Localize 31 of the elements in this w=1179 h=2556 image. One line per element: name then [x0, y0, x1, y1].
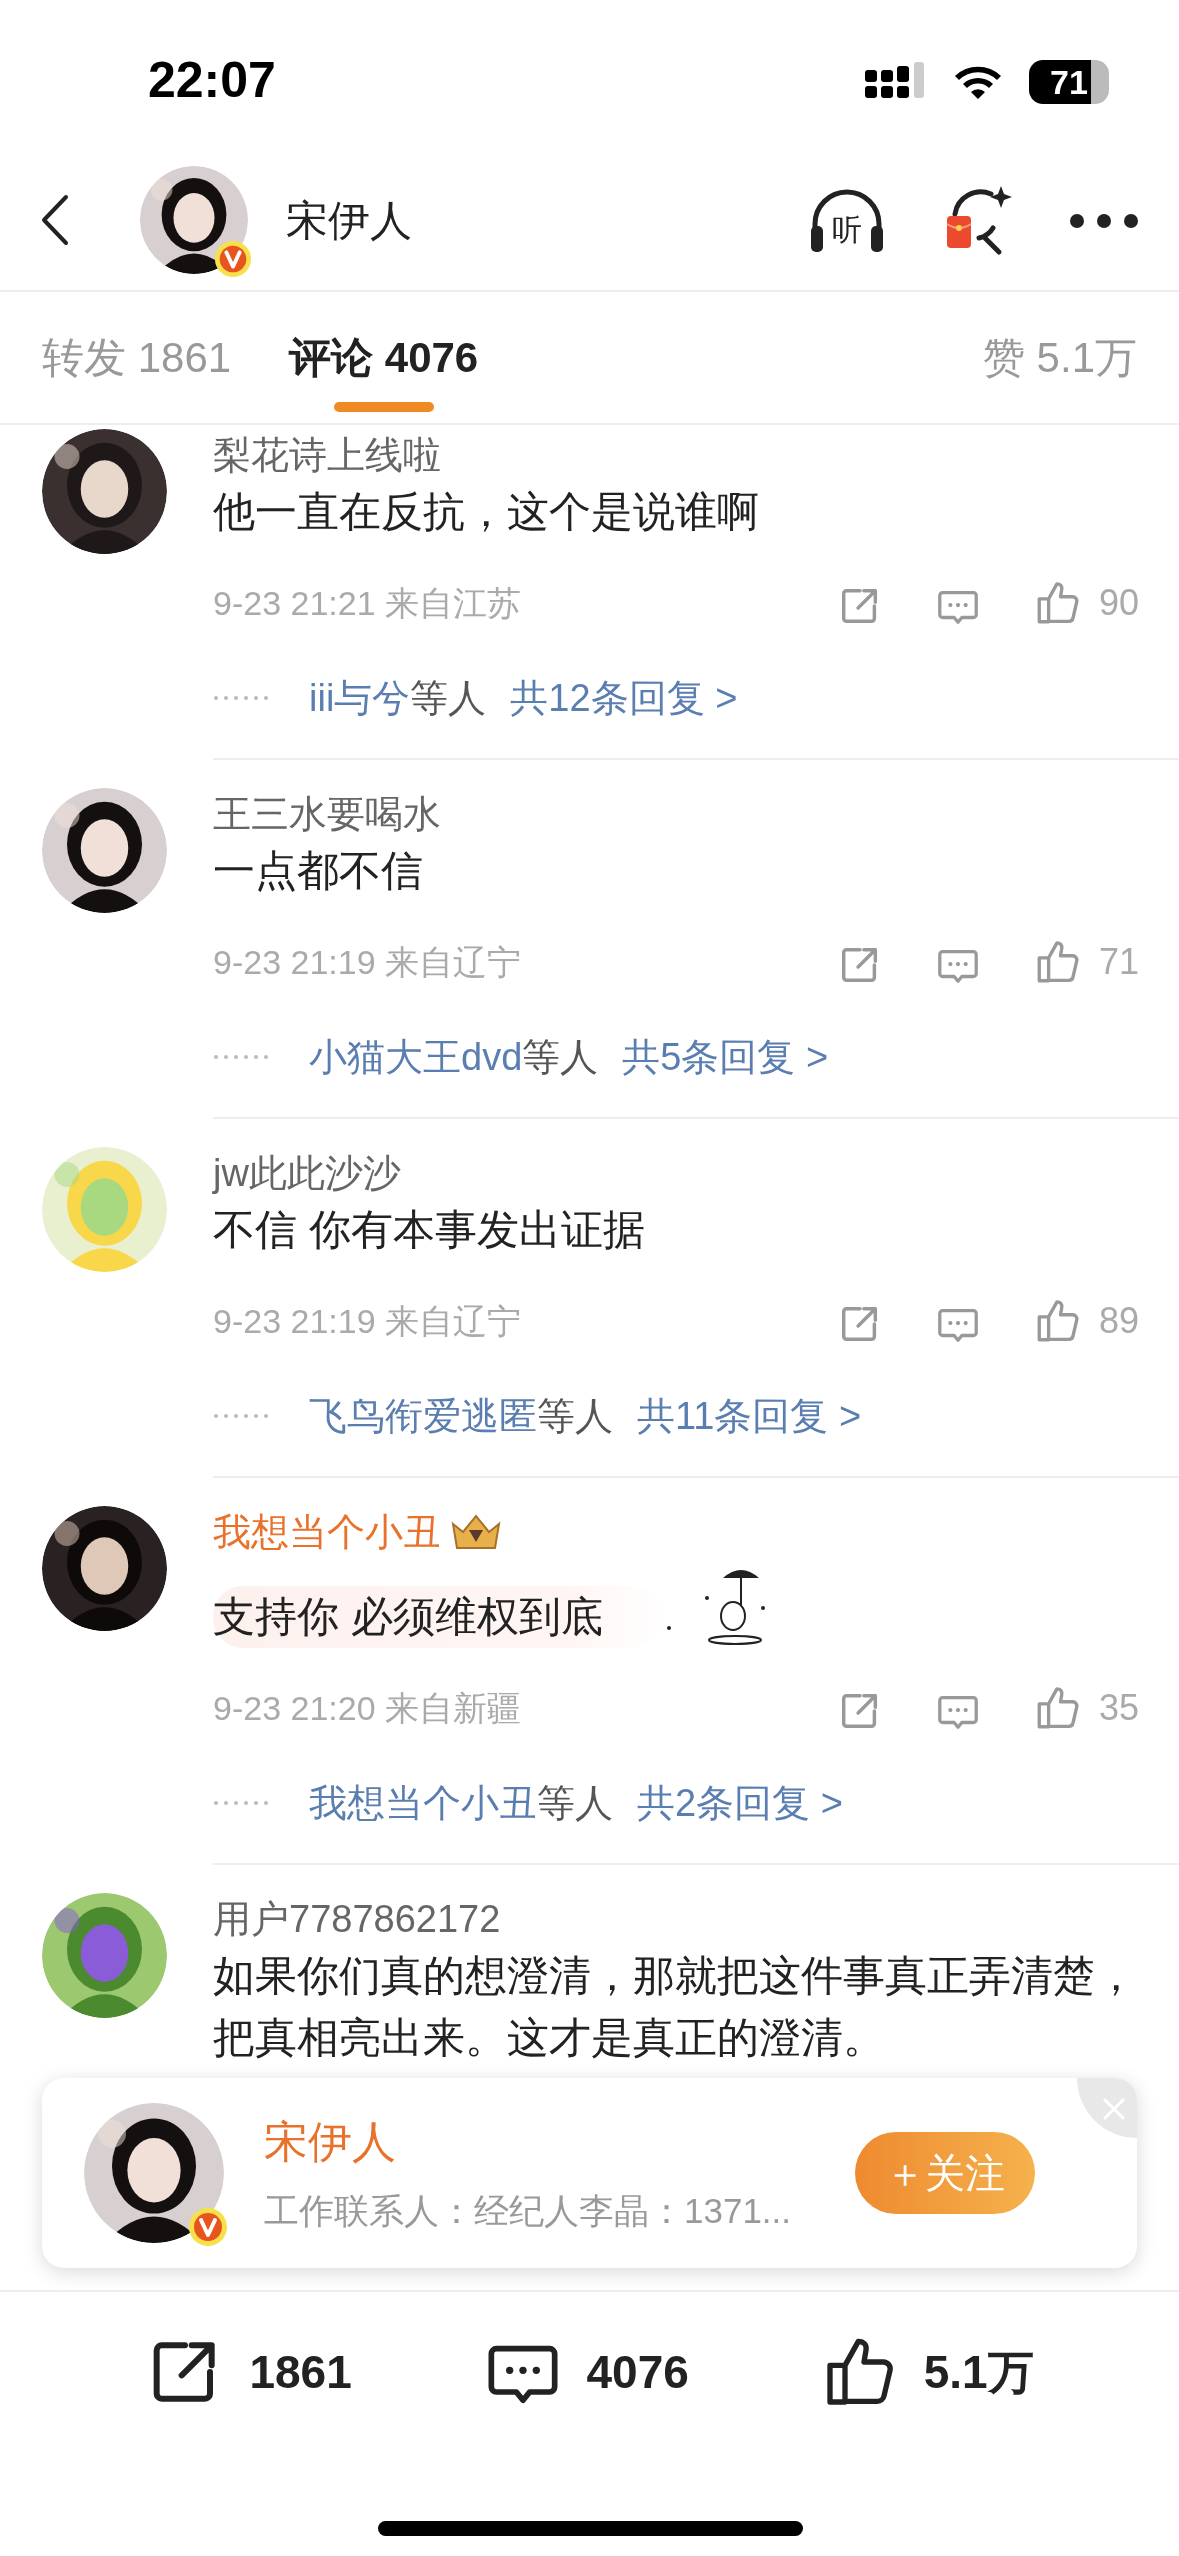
back-button[interactable] — [40, 193, 70, 247]
username[interactable]: 梨花诗上线啦 — [213, 429, 441, 481]
replies-link[interactable]: iii与兮等人 共12条回复 > — [309, 669, 738, 727]
replies-link[interactable]: 我想当个小丑等人 共2条回复 > — [309, 1774, 843, 1832]
comment-button[interactable]: 4076 — [482, 2332, 689, 2412]
comment-text: 如果你们真的想澄清，那就把这件事真正弄清楚，把真相亮出来。这才是真正的澄清。 — [213, 1951, 1138, 2063]
username[interactable]: 用户7787862172 — [213, 1893, 501, 1945]
comment-time: 9-23 21:19 来自辽宁 — [213, 941, 522, 983]
repost-button[interactable]: 1861 — [145, 2332, 352, 2412]
comment-time: 9-23 21:21 来自江苏 — [213, 582, 522, 624]
battery-indicator: 71 — [1029, 60, 1109, 104]
comment-text: 他一直在反抗，这个是说谁啊 — [213, 487, 759, 537]
comment-text: 不信 你有本事发出证据 — [213, 1205, 645, 1255]
like-button[interactable]: 5.1万 — [819, 2332, 1034, 2412]
username[interactable]: 我想当个小丑 — [213, 1506, 441, 1558]
comment-time: 9-23 21:20 来自新疆 — [213, 1687, 522, 1729]
back-icon — [40, 193, 70, 247]
username[interactable]: jw此此沙沙 — [213, 1147, 401, 1199]
comment-time: 9-23 21:19 来自辽宁 — [213, 1300, 522, 1342]
profile-name: 宋伊人 — [286, 195, 412, 246]
profile-name[interactable]: 宋伊人 — [264, 2108, 792, 2175]
tab[interactable]: 评论 4076 — [289, 291, 479, 424]
username[interactable]: 王三水要喝水 — [213, 788, 441, 840]
replies-link[interactable]: 飞鸟衔爱逃匿等人 共11条回复 > — [309, 1387, 862, 1445]
status-time: 22:07 — [148, 51, 276, 110]
replies-link[interactable]: 小猫大王dvd等人 共5条回复 > — [309, 1028, 829, 1086]
more-icon — [1069, 212, 1139, 229]
comment-text: 一点都不信 — [213, 846, 423, 896]
profile-description: 工作联系人：经纪人李晶：1371... — [264, 2189, 792, 2232]
crown-icon — [449, 1512, 503, 1552]
listen-button[interactable]: 听 — [807, 184, 887, 256]
